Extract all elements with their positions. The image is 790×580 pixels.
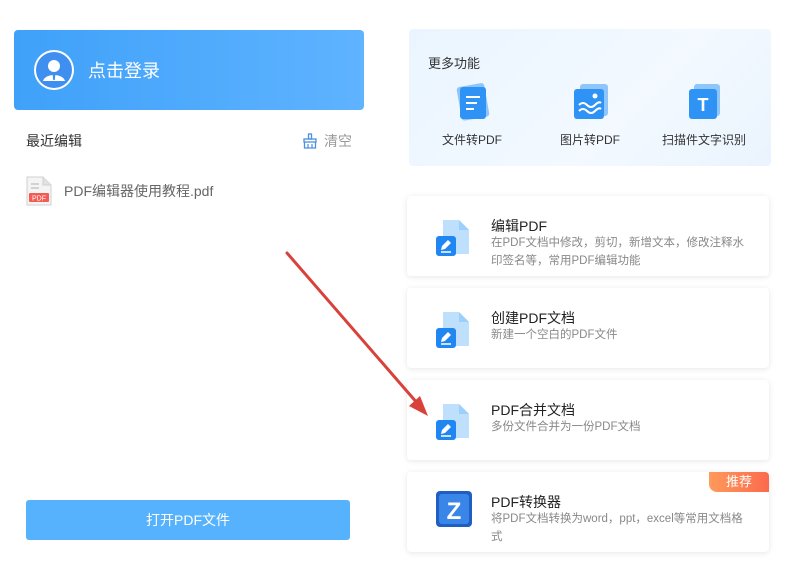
edit-doc-icon bbox=[435, 310, 471, 355]
feature-image-to-pdf-label: 图片转PDF bbox=[559, 133, 620, 147]
ocr-icon: T bbox=[682, 81, 726, 125]
image-to-pdf-icon bbox=[568, 81, 612, 125]
feature-ocr[interactable]: T 扫描件文字识别 bbox=[654, 81, 754, 148]
feature-ocr-label: 扫描件文字识别 bbox=[661, 133, 746, 147]
recent-file-item[interactable]: PDF PDF编辑器使用教程.pdf bbox=[26, 176, 213, 206]
avatar-icon bbox=[34, 50, 74, 90]
converter-glyph: Z bbox=[447, 498, 462, 525]
file-to-pdf-icon bbox=[450, 81, 494, 125]
edit-doc-icon bbox=[435, 218, 471, 263]
edit-doc-icon bbox=[435, 402, 471, 447]
login-label: 点击登录 bbox=[88, 61, 160, 81]
card-pdf-converter[interactable]: 推荐 Z PDF转换器 将PDF文档转换为word，ppt，excel等常用文档… bbox=[407, 472, 769, 552]
card-desc: 将PDF文档转换为word，ppt，excel等常用文档格式 bbox=[491, 513, 743, 543]
more-features-panel: 更多功能 文件转PDF 图片转PDF T 扫描件文字识别 bbox=[409, 29, 771, 166]
pdf-file-badge: PDF bbox=[32, 196, 46, 203]
card-title: PDF转换器 bbox=[491, 494, 561, 510]
recent-header: 最近编辑 清空 bbox=[26, 130, 352, 152]
pdf-file-icon: PDF bbox=[26, 176, 52, 206]
card-desc: 多份文件合并为一份PDF文档 bbox=[491, 421, 641, 433]
open-pdf-button[interactable]: 打开PDF文件 bbox=[26, 500, 350, 540]
recent-file-name: PDF编辑器使用教程.pdf bbox=[64, 183, 214, 199]
feature-file-to-pdf-label: 文件转PDF bbox=[441, 133, 502, 147]
card-title: PDF合并文档 bbox=[491, 402, 575, 418]
login-banner[interactable]: 点击登录 bbox=[14, 30, 364, 110]
converter-app-icon: Z bbox=[435, 490, 473, 533]
clear-label: 清空 bbox=[324, 133, 352, 149]
ocr-glyph: T bbox=[698, 95, 709, 115]
card-desc: 新建一个空白的PDF文件 bbox=[491, 329, 618, 341]
clear-button[interactable]: 清空 bbox=[302, 131, 352, 151]
card-create-pdf[interactable]: 创建PDF文档 新建一个空白的PDF文件 bbox=[407, 288, 769, 368]
card-desc: 在PDF文档中修改，剪切，新增文本，修改注释水印签名等，常用PDF编辑功能 bbox=[491, 237, 744, 267]
more-features-title: 更多功能 bbox=[428, 56, 481, 71]
recommend-badge: 推荐 bbox=[709, 472, 769, 492]
feature-image-to-pdf[interactable]: 图片转PDF bbox=[540, 81, 640, 148]
card-merge-pdf[interactable]: PDF合并文档 多份文件合并为一份PDF文档 bbox=[407, 380, 769, 460]
feature-file-to-pdf[interactable]: 文件转PDF bbox=[422, 81, 522, 148]
card-edit-pdf[interactable]: 编辑PDF 在PDF文档中修改，剪切，新增文本，修改注释水印签名等，常用PDF编… bbox=[407, 196, 769, 276]
recent-title: 最近编辑 bbox=[26, 133, 82, 149]
card-title: 编辑PDF bbox=[491, 218, 547, 234]
broom-icon bbox=[303, 133, 317, 149]
card-title: 创建PDF文档 bbox=[491, 310, 575, 326]
